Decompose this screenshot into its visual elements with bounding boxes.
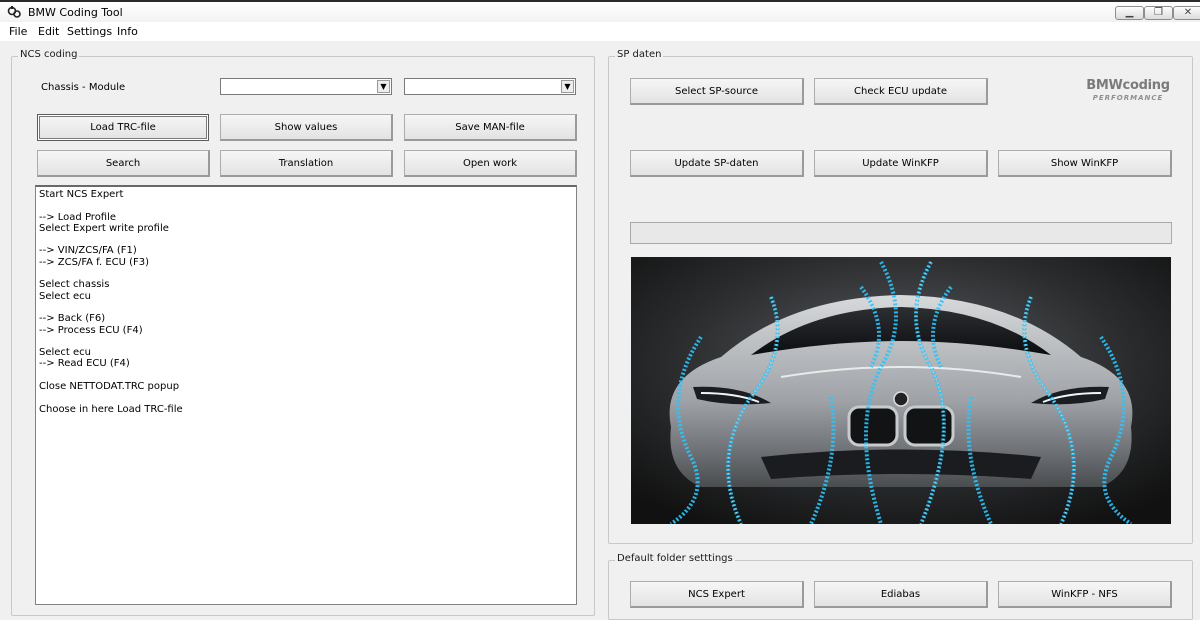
search-button[interactable]: Search (37, 150, 210, 177)
load-trc-file-button[interactable]: Load TRC-file (37, 114, 209, 141)
open-work-button[interactable]: Open work (404, 150, 577, 177)
update-winkfp-button[interactable]: Update WinKFP (814, 150, 988, 177)
close-button[interactable]: ✕ (1173, 6, 1200, 20)
chassis-select[interactable]: ▼ (220, 78, 392, 95)
sp-daten-group-label: SP daten (615, 49, 664, 60)
default-folder-settings-label: Default folder setttings (615, 553, 735, 564)
logo-subtext: PERFORMANCE (1092, 94, 1164, 102)
show-values-button[interactable]: Show values (220, 114, 393, 141)
bmwcoding-logo: BMWcoding PERFORMANCE (1080, 78, 1176, 102)
translation-button[interactable]: Translation (220, 150, 393, 177)
menu-settings[interactable]: Settings (67, 25, 112, 38)
ncs-coding-group-label: NCS coding (18, 49, 80, 60)
app-icon (7, 6, 21, 18)
car-image (631, 257, 1171, 524)
restore-icon: ❐ (1154, 7, 1163, 18)
chassis-module-label: Chassis - Module (41, 82, 126, 93)
chevron-down-icon: ▼ (377, 80, 390, 93)
save-man-file-button[interactable]: Save MAN-file (404, 114, 577, 141)
show-winkfp-button[interactable]: Show WinKFP (998, 150, 1172, 177)
update-sp-daten-button[interactable]: Update SP-daten (630, 150, 804, 177)
menu-edit[interactable]: Edit (38, 25, 59, 38)
menu-info[interactable]: Info (117, 25, 138, 38)
menu-file[interactable]: File (9, 25, 27, 38)
maximize-button[interactable]: ❐ (1144, 6, 1173, 20)
check-ecu-update-button[interactable]: Check ECU update (814, 78, 988, 105)
car-illustration (631, 257, 1171, 524)
instructions-textarea[interactable]: Start NCS Expert --> Load Profile Select… (35, 185, 577, 605)
module-select[interactable]: ▼ (404, 78, 576, 95)
window-title: BMW Coding Tool (28, 6, 123, 19)
title-bar: BMW Coding Tool ▁ ❐ ✕ (0, 0, 1200, 22)
logo-text: BMWcoding (1086, 78, 1170, 93)
progress-bar (630, 222, 1172, 244)
menu-bar: File Edit Settings Info (0, 22, 1200, 41)
minimize-icon: ▁ (1125, 7, 1134, 18)
minimize-button[interactable]: ▁ (1115, 6, 1144, 20)
select-sp-source-button[interactable]: Select SP-source (630, 78, 804, 105)
close-icon: ✕ (1183, 7, 1193, 18)
chevron-down-icon: ▼ (561, 80, 574, 93)
